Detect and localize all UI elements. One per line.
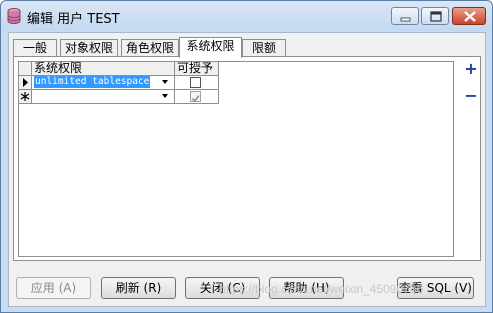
grantable-checkbox[interactable]	[190, 77, 201, 88]
privilege-value[interactable]: unlimited tablespace	[34, 76, 151, 88]
dropdown-arrow-icon[interactable]	[162, 94, 168, 98]
current-row-arrow-icon	[23, 78, 28, 87]
grid-corner	[19, 62, 32, 76]
tab-quotas[interactable]: 限额	[242, 39, 286, 57]
refresh-button[interactable]: 刷新 (R)	[101, 277, 176, 299]
tab-general[interactable]: 一般	[13, 39, 57, 57]
dialog-client-area: 一般 对象权限 角色权限 系统权限 限额 系统权限 可授予 unlimited …	[8, 32, 486, 307]
system-privileges-panel: 系统权限 可授予 unlimited tablespace + −	[13, 56, 481, 261]
minimize-button[interactable]	[391, 7, 419, 25]
tab-role-privileges[interactable]: 角色权限	[121, 39, 179, 57]
row-indicator	[19, 76, 32, 89]
dropdown-arrow-icon[interactable]	[162, 80, 168, 84]
close-window-button[interactable]	[452, 7, 486, 25]
tab-system-privileges[interactable]: 系统权限	[179, 37, 242, 58]
row-indicator	[19, 90, 32, 103]
close-icon	[464, 11, 476, 22]
title-bar[interactable]: 编辑 用户 TEST	[1, 1, 492, 31]
grantable-checkbox[interactable]	[190, 91, 201, 103]
column-header-grantable[interactable]: 可授予	[175, 62, 219, 76]
remove-privilege-button[interactable]: −	[464, 88, 478, 104]
view-sql-button[interactable]: 查看 SQL (V)	[397, 277, 474, 299]
column-header-system-privilege[interactable]: 系统权限	[32, 62, 175, 76]
new-row-asterisk-icon	[20, 92, 30, 101]
privilege-dropdown[interactable]	[32, 90, 175, 103]
grantable-cell[interactable]	[175, 76, 219, 89]
help-button[interactable]: 帮助 (H)	[269, 277, 344, 299]
edit-user-window: 编辑 用户 TEST 一般 对象权限 角色权限 系统权限 限额 系统权限 可授予	[0, 0, 493, 313]
database-icon	[7, 8, 21, 24]
privilege-dropdown[interactable]: unlimited tablespace	[32, 76, 175, 89]
minimize-icon	[400, 17, 411, 22]
close-button[interactable]: 关闭 (C)	[185, 277, 260, 299]
apply-button[interactable]: 应用 (A)	[16, 277, 91, 299]
window-title: 编辑 用户 TEST	[27, 12, 120, 27]
tab-object-privileges[interactable]: 对象权限	[60, 39, 118, 57]
add-privilege-button[interactable]: +	[464, 61, 478, 77]
maximize-icon	[430, 11, 442, 22]
grantable-cell[interactable]	[175, 90, 219, 103]
check-icon	[191, 95, 200, 103]
table-row[interactable]	[19, 90, 219, 104]
maximize-button[interactable]	[421, 7, 449, 25]
table-row[interactable]: unlimited tablespace	[19, 76, 219, 90]
privileges-grid: 系统权限 可授予 unlimited tablespace	[18, 61, 454, 257]
